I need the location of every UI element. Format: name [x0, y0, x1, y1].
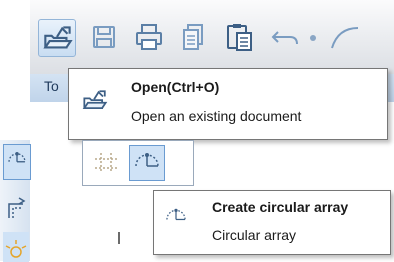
circular-array-icon — [135, 153, 159, 167]
save-button[interactable] — [85, 18, 123, 56]
rectangular-array-icon — [95, 153, 117, 173]
left-circular-array-button[interactable] — [3, 144, 31, 180]
open-icon — [43, 26, 73, 49]
main-toolbar — [30, 0, 394, 74]
sun-icon — [5, 240, 27, 258]
partial-icon — [328, 22, 368, 52]
circular-array-tooltip-description: Circular array — [212, 227, 297, 243]
circular-array-icon — [8, 152, 26, 163]
print-icon — [136, 24, 162, 50]
sun-button[interactable] — [3, 232, 29, 262]
canvas-mark — [118, 232, 120, 244]
open-icon — [79, 85, 111, 117]
undo-button[interactable] — [266, 18, 304, 56]
paste-button[interactable] — [220, 18, 258, 56]
open-tooltip: Open(Ctrl+O) Open an existing document — [68, 68, 388, 140]
undo-icon — [271, 31, 298, 45]
ribbon-band-label: To — [44, 78, 59, 94]
save-icon — [93, 26, 115, 48]
circular-array-tooltip-title: Create circular array — [212, 199, 349, 215]
copy-button[interactable] — [175, 18, 213, 56]
open-tooltip-title: Open(Ctrl+O) — [131, 79, 220, 95]
offset-icon — [8, 197, 26, 218]
paste-icon — [227, 24, 252, 51]
open-button[interactable] — [38, 19, 76, 57]
left-toolbar — [0, 140, 31, 262]
print-button[interactable] — [130, 18, 168, 56]
rectangular-array-button[interactable] — [89, 146, 123, 180]
copy-icon — [183, 24, 203, 50]
undo-dropdown-dot[interactable] — [310, 35, 316, 41]
offset-button[interactable] — [3, 192, 29, 222]
array-subtoolbar — [82, 140, 194, 186]
sub-circular-array-button[interactable] — [129, 145, 165, 181]
circular-array-icon — [162, 203, 190, 231]
circular-array-tooltip: Create circular array Circular array — [153, 190, 391, 255]
open-tooltip-description: Open an existing document — [131, 108, 302, 124]
